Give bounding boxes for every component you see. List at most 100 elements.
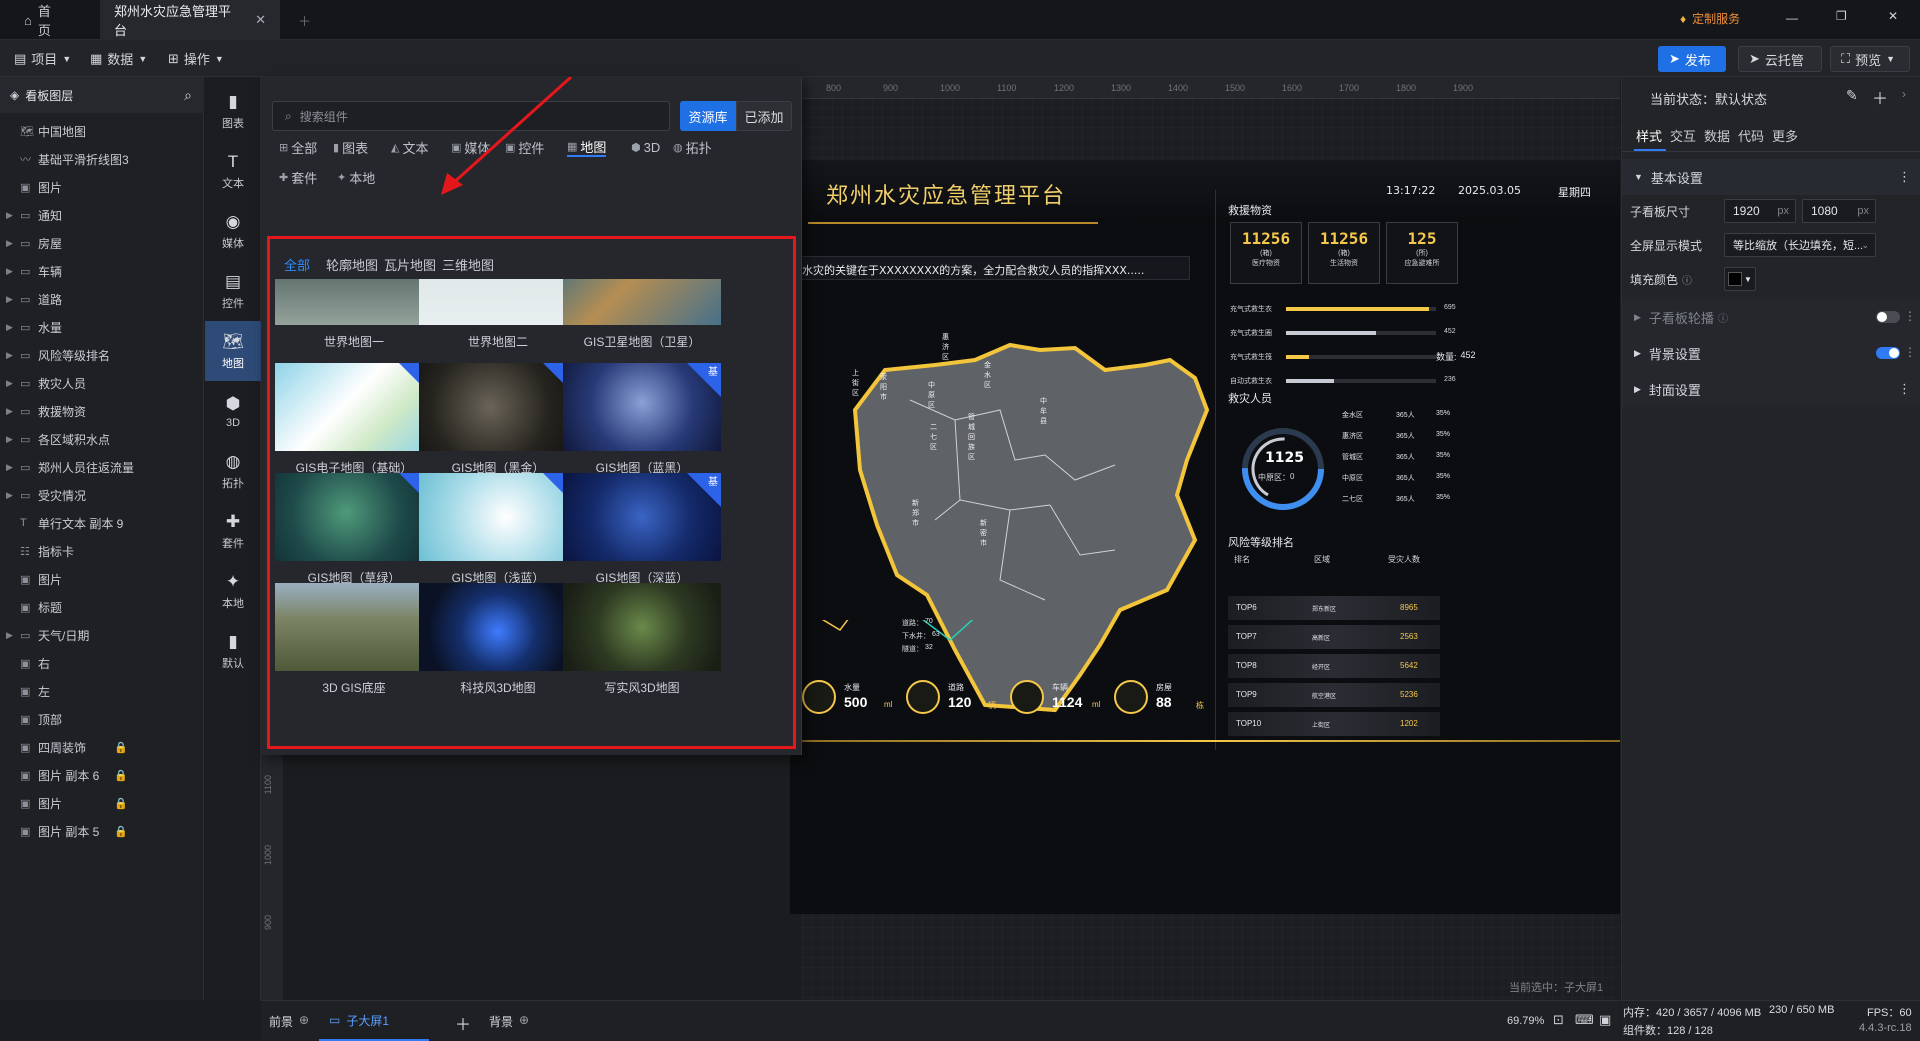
rail-item-chart[interactable]: ▮ 图表 (205, 81, 261, 141)
map-component-card[interactable]: 基GIS电子地图（基础） (275, 363, 433, 481)
layer-item[interactable]: ▣ 标题 (0, 593, 204, 621)
caret-right-icon[interactable]: ▶ (6, 322, 20, 333)
basic-settings-section[interactable]: ▼ 基本设置 ⋮ (1622, 159, 1920, 195)
operation-menu[interactable]: ⊞ 操作 ▼ (168, 40, 224, 77)
project-menu[interactable]: ▤ 项目 ▼ (14, 40, 71, 77)
caret-right-icon[interactable]: ▶ (6, 490, 20, 501)
category-puzzle[interactable]: ✦ 本地 (337, 167, 375, 187)
map-component-card[interactable]: GIS卫星地图（卫星） (563, 279, 721, 355)
carousel-toggle[interactable] (1876, 311, 1900, 323)
add-circle-icon[interactable]: ⊕ (299, 1013, 309, 1030)
caret-right-icon[interactable]: ▶ (6, 294, 20, 305)
search-icon[interactable]: ⌕ (184, 87, 192, 104)
fit-screen-icon[interactable]: ⊡ (1553, 1012, 1564, 1028)
map-component-card[interactable]: 写实风3D地图 (563, 583, 721, 701)
background-tab[interactable]: 背景 ⊕ (489, 1013, 529, 1030)
dashboard-screen[interactable]: 郑州水灾应急管理平台 13:17:22 2025.03.05 星期四 水灾的关键… (790, 160, 1620, 914)
layer-item[interactable]: ☷ 指标卡 (0, 537, 204, 565)
layer-item[interactable]: ▶ ▭ 通知 (0, 201, 204, 229)
layer-item[interactable]: ▣ 左 (0, 677, 204, 705)
layer-item[interactable]: ▶ ▭ 房屋 (0, 229, 204, 257)
rail-item-cube[interactable]: ⬢ 3D (205, 381, 261, 441)
keyboard-icon[interactable]: ⌨ (1575, 1012, 1594, 1028)
map-subtab[interactable]: 三维地图 (442, 255, 494, 274)
preview-button[interactable]: ⛶ 预览 ▼ (1830, 46, 1910, 72)
layer-item[interactable]: ▣ 图片 🔒 (0, 789, 204, 817)
add-circle-icon[interactable]: ⊕ (519, 1013, 529, 1030)
layer-item[interactable]: ▣ 图片 (0, 565, 204, 593)
map-component-card[interactable]: 世界地图二 (419, 279, 577, 355)
fill-color-picker[interactable]: ▼ (1724, 267, 1756, 291)
more-icon[interactable]: ⋮ (1904, 309, 1916, 323)
category-grid[interactable]: ⊞ 全部 (279, 137, 317, 157)
map-component-card[interactable]: 基GIS地图（黑金） (419, 363, 577, 481)
layer-item[interactable]: ▶ ▭ 风险等级排名 (0, 341, 204, 369)
zoom-level[interactable]: 69.79% (1507, 1015, 1544, 1027)
caret-right-icon[interactable]: ▶ (6, 462, 20, 473)
category-chart[interactable]: ▮ 图表 (333, 137, 368, 157)
caret-right-icon[interactable]: ▶ (6, 378, 20, 389)
height-field[interactable]: 1080 px (1802, 199, 1876, 223)
layer-item[interactable]: 🗺 中国地图 (0, 117, 204, 145)
rail-item-media[interactable]: ◉ 媒体 (205, 201, 261, 261)
caret-right-icon[interactable]: ▶ (6, 434, 20, 445)
home-tab[interactable]: ⌂ 首页 (10, 0, 76, 40)
category-topology[interactable]: ◍ 拓扑 (673, 137, 712, 157)
rail-item-puzzle[interactable]: ✦ 本地 (205, 561, 261, 621)
caret-right-icon[interactable]: ▶ (6, 266, 20, 277)
layer-item[interactable]: 〰基础平滑折线图3 (0, 145, 204, 173)
property-tab[interactable]: 数据 (1704, 126, 1730, 145)
layer-item[interactable]: ▶ ▭ 受灾情况 (0, 481, 204, 509)
foreground-tab[interactable]: 前景 ⊕ (269, 1013, 309, 1030)
lock-icon[interactable]: 🔒 (114, 825, 128, 838)
rail-item-kit[interactable]: ✚ 套件 (205, 501, 261, 561)
map-subtab[interactable]: 全部 (284, 255, 310, 274)
property-tab[interactable]: 样式 (1636, 126, 1662, 145)
map-component-card[interactable]: 基GIS地图（浅蓝） (419, 473, 577, 591)
layer-item[interactable]: ▶ ▭ 道路 (0, 285, 204, 313)
category-kit[interactable]: ✚ 套件 (279, 167, 317, 187)
map-component-card[interactable]: 3D GIS底座 (275, 583, 433, 701)
property-tab[interactable]: 交互 (1670, 126, 1696, 145)
lock-icon[interactable]: 🔒 (114, 769, 128, 782)
caret-right-icon[interactable]: ▶ (6, 406, 20, 417)
caret-right-icon[interactable]: ▶ (6, 630, 20, 641)
lock-icon[interactable]: 🔒 (114, 797, 128, 810)
map-component-card[interactable]: 世界地图一 (275, 279, 433, 355)
layer-item[interactable]: ▣ 右 (0, 649, 204, 677)
custom-service-button[interactable]: ♦ 定制服务 (1680, 10, 1740, 27)
rail-item-map[interactable]: 🗺 地图 (205, 321, 261, 381)
caret-right-icon[interactable]: ▶ (6, 238, 20, 249)
layer-item[interactable]: ▶ ▭ 各区域积水点 (0, 425, 204, 453)
rail-item-control[interactable]: ▤ 控件 (205, 261, 261, 321)
close-icon[interactable]: ✕ (255, 12, 266, 28)
layer-item[interactable]: ▣ 图片 (0, 173, 204, 201)
cover-section[interactable]: ▶ 封面设置 ⋮ (1622, 371, 1920, 407)
layer-item[interactable]: ▶ ▭ 郑州人员往返流量 (0, 453, 204, 481)
caret-right-icon[interactable]: ▶ (6, 350, 20, 361)
layer-item[interactable]: ▣ 顶部 (0, 705, 204, 733)
map-subtab[interactable]: 瓦片地图 (384, 255, 436, 274)
layer-item[interactable]: ▶ ▭ 水量 (0, 313, 204, 341)
lock-icon[interactable]: 🔒 (114, 741, 128, 754)
map-component-card[interactable]: 科技风3D地图 (419, 583, 577, 701)
cloud-hosting-button[interactable]: ➤ 云托管 (1738, 46, 1822, 72)
fullscreen-select[interactable]: 等比缩放（长边填充，短... ⌄ (1724, 233, 1876, 257)
map-component-card[interactable]: 基GIS地图（草绿） (275, 473, 433, 591)
map-component-card[interactable]: 基 GIS地图（蓝黑） (563, 363, 721, 481)
layer-item[interactable]: ▶ ▭ 救灾人员 (0, 369, 204, 397)
map-subtab[interactable]: 轮廓地图 (326, 255, 378, 274)
layer-item[interactable]: ▶ ▭ 天气/日期 (0, 621, 204, 649)
screen-tab-active[interactable]: ▭ 子大屏1 (319, 1001, 429, 1041)
publish-button[interactable]: ➤ 发布 (1658, 46, 1726, 72)
document-tab[interactable]: 郑州水灾应急管理平台 ✕ (100, 0, 280, 40)
minimize-icon[interactable]: — (1786, 11, 1798, 25)
layer-item[interactable]: ▣ 图片 副本 5 🔒 (0, 817, 204, 845)
background-toggle[interactable] (1876, 347, 1900, 359)
more-icon[interactable]: ⋮ (1904, 345, 1916, 359)
layer-item[interactable]: T 单行文本 副本 9 (0, 509, 204, 537)
layer-item[interactable]: ▶ ▭ 车辆 (0, 257, 204, 285)
terminal-icon[interactable]: ▣ (1599, 1012, 1611, 1028)
more-icon[interactable]: ⋮ (1898, 169, 1911, 185)
property-tab[interactable]: 更多 (1772, 126, 1798, 145)
